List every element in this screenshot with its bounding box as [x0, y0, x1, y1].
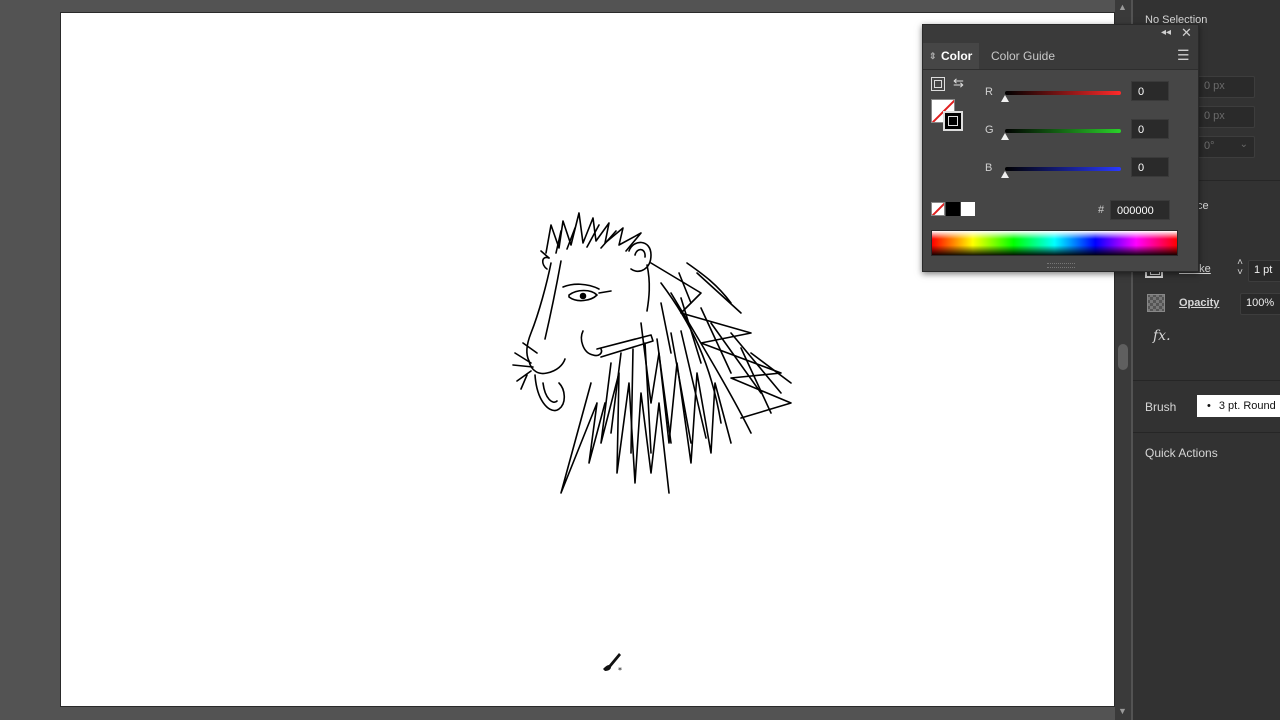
width-field: 0 px	[1197, 76, 1255, 98]
blue-value-field[interactable]: 0	[1131, 157, 1169, 177]
slider-label-b: B	[985, 162, 993, 174]
color-panel: ◂◂ ✕ ⇕ Color Color Guide ☰ ⇆ R 0 G 0 B 0…	[922, 24, 1199, 272]
fx-effects-icon[interactable]: fx.	[1153, 328, 1171, 344]
blue-slider-thumb[interactable]	[1001, 171, 1009, 178]
hex-hash-label: #	[1098, 204, 1105, 216]
scrollbar-thumb[interactable]	[1118, 344, 1128, 370]
tab-color[interactable]: ⇕ Color	[923, 43, 979, 69]
white-swatch[interactable]	[961, 202, 975, 216]
brush-dropdown[interactable]: • 3 pt. Round	[1197, 395, 1280, 417]
hex-value-field[interactable]: 000000	[1110, 200, 1170, 220]
stroke-color-swatch[interactable]	[943, 111, 963, 131]
rotation-field: 0° ⌄	[1197, 136, 1255, 158]
green-value-field[interactable]: 0	[1131, 119, 1169, 139]
blue-slider[interactable]	[1005, 167, 1121, 171]
stroke-stepper[interactable]: ˄ ˅	[1234, 258, 1246, 280]
scroll-down-icon[interactable]: ▼	[1118, 706, 1127, 716]
color-panel-tabs: ⇕ Color Color Guide ☰	[923, 43, 1198, 70]
stroke-weight-field[interactable]: 1 pt	[1248, 260, 1280, 282]
collapse-icon[interactable]: ◂◂	[1161, 27, 1171, 38]
slider-label-g: G	[985, 124, 994, 136]
green-slider[interactable]	[1005, 129, 1121, 133]
close-icon[interactable]: ✕	[1181, 25, 1192, 41]
opacity-icon[interactable]	[1147, 294, 1165, 312]
svg-text:*: *	[618, 666, 622, 675]
lion-head-drawing[interactable]	[501, 203, 821, 513]
brush-label: Brush	[1145, 400, 1177, 414]
brush-dot-icon: •	[1207, 400, 1211, 412]
red-value-field[interactable]: 0	[1131, 81, 1169, 101]
opacity-field[interactable]: 100%	[1240, 293, 1280, 315]
color-panel-titlebar[interactable]: ◂◂ ✕	[923, 25, 1198, 43]
panel-menu-icon[interactable]: ☰	[1177, 47, 1190, 64]
chevron-down-icon: ⌄	[1239, 139, 1248, 150]
green-slider-thumb[interactable]	[1001, 133, 1009, 140]
height-field: 0 px	[1197, 106, 1255, 128]
scroll-up-icon[interactable]: ▲	[1118, 2, 1127, 12]
none-swatch[interactable]	[931, 202, 945, 216]
swap-colors-icon[interactable]: ⇆	[953, 75, 964, 91]
quick-actions-heading: Quick Actions	[1145, 446, 1218, 460]
red-slider[interactable]	[1005, 91, 1121, 95]
resize-grip-icon[interactable]	[1047, 263, 1075, 268]
reorder-arrows-icon: ⇕	[929, 51, 937, 61]
opacity-label[interactable]: Opacity	[1179, 297, 1219, 309]
paintbrush-cursor-icon: *	[603, 653, 622, 675]
default-colors-icon[interactable]	[931, 77, 945, 91]
color-spectrum[interactable]	[931, 230, 1178, 256]
slider-label-r: R	[985, 86, 993, 98]
red-slider-thumb[interactable]	[1001, 95, 1009, 102]
black-swatch[interactable]	[946, 202, 960, 216]
tab-color-guide[interactable]: Color Guide	[991, 43, 1055, 69]
